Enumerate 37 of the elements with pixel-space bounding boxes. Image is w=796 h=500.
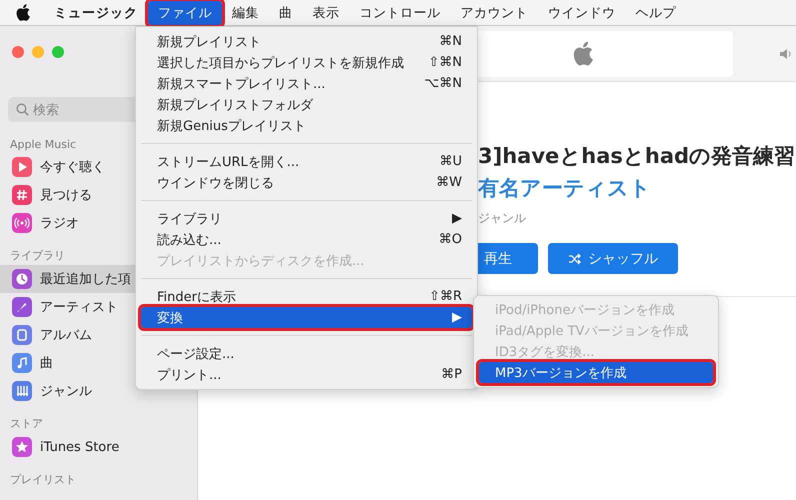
- menu-item[interactable]: 新規スマートプレイリスト... ⌥⌘N: [141, 73, 472, 94]
- close-button[interactable]: [12, 46, 24, 58]
- menu-item[interactable]: MP3バージョンを作成: [479, 362, 713, 383]
- shuffle-button[interactable]: シャッフル: [548, 243, 678, 274]
- menu-bar-item[interactable]: 曲: [269, 0, 302, 24]
- artist-link[interactable]: 有名アーティスト: [478, 174, 796, 202]
- search-icon: [16, 103, 29, 116]
- apple-menu-icon[interactable]: [16, 4, 30, 21]
- speaker-icon[interactable]: [779, 48, 793, 60]
- menu-item[interactable]: 新規プレイリスト ⌘N: [141, 31, 472, 52]
- menu-item[interactable]: プリント... ⌘P: [141, 364, 472, 385]
- menu-bar-item[interactable]: 表示: [302, 0, 350, 24]
- sidebar-section-heading: ストア: [10, 416, 43, 431]
- shuffle-icon: [568, 252, 582, 264]
- menu-bar-item[interactable]: 編集: [222, 0, 269, 24]
- menu-bar-item[interactable]: ヘルプ: [626, 0, 686, 24]
- apple-logo-icon: [573, 41, 593, 66]
- menu-item[interactable]: 変換 ▶: [141, 307, 472, 328]
- menu-bar-item[interactable]: コントロール: [350, 0, 450, 24]
- menu-item[interactable]: ウインドウを閉じる ⌘W: [141, 172, 472, 193]
- app-menu[interactable]: ミュージック: [48, 2, 144, 24]
- minimize-button[interactable]: [32, 46, 44, 58]
- menu-bar-item[interactable]: ファイル: [148, 0, 222, 24]
- menu-item[interactable]: ページ設定...: [141, 343, 472, 364]
- zoom-button[interactable]: [52, 46, 64, 58]
- album-title: 3]haveとhasとhadの発音練習: [478, 143, 796, 170]
- sidebar-section-heading: プレイリスト: [10, 472, 76, 487]
- sidebar-item[interactable]: iTunes Store: [0, 433, 197, 461]
- genre-label: ジャンル: [478, 210, 527, 227]
- menu-item[interactable]: ライブラリ ▶: [141, 208, 472, 229]
- sidebar-section-heading: ライブラリ: [10, 248, 65, 263]
- menu-bar-item[interactable]: アカウント: [450, 0, 538, 24]
- menu-item[interactable]: 選択した項目からプレイリストを新規作成 ⇧⌘N: [141, 52, 472, 73]
- sidebar-section-heading: Apple Music: [10, 138, 76, 151]
- menu-item[interactable]: 読み込む... ⌘O: [141, 229, 472, 250]
- menu-bar-item[interactable]: ウインドウ: [538, 0, 626, 24]
- menu-item[interactable]: ストリームURLを開く... ⌘U: [141, 151, 472, 172]
